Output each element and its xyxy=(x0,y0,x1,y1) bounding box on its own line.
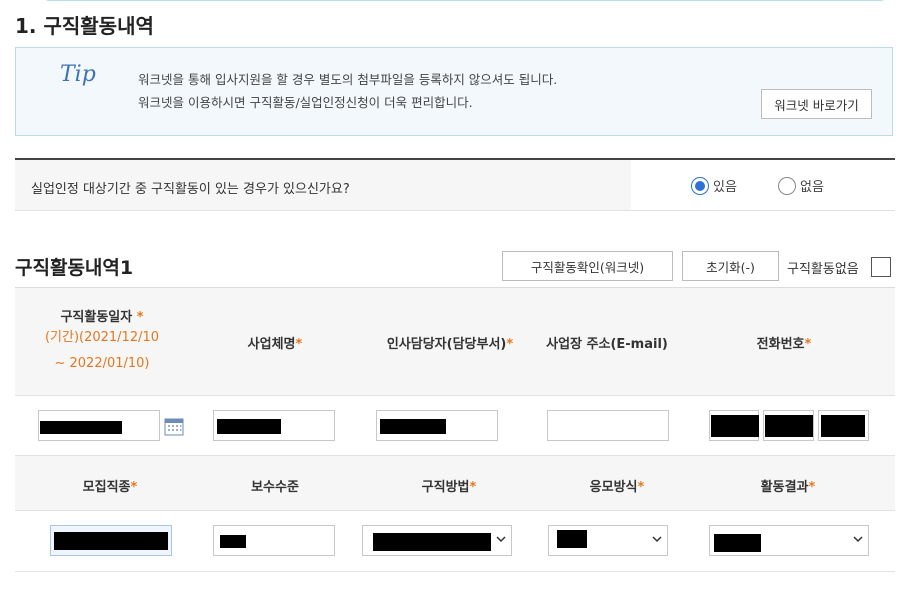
phone-part-1-input[interactable] xyxy=(709,410,759,441)
header-date-period-end: ~ 2022/01/10) xyxy=(54,356,150,371)
header-method: 구직방법* xyxy=(421,480,477,495)
section-title: 1. 구직활동내역 xyxy=(15,14,154,38)
salary-input[interactable] xyxy=(213,525,335,556)
header-apply: 응모방식* xyxy=(589,480,645,495)
apply-select[interactable] xyxy=(548,525,668,556)
chevron-down-icon xyxy=(496,536,506,543)
header-phone: 전화번호* xyxy=(756,337,812,352)
radio-yes-label: 있음 xyxy=(713,180,737,195)
tip-line-2: 워크넷을 이용하시면 구직활동/실업인정신청이 더욱 편리합니다. xyxy=(138,95,473,110)
header-address: 사업장 주소(E-mail) xyxy=(546,337,668,352)
radio-yes[interactable]: 있음 xyxy=(691,176,737,195)
redacted-value xyxy=(711,415,759,437)
no-activity-label: 구직활동없음 xyxy=(787,262,859,277)
redacted-value xyxy=(220,535,246,548)
redacted-value xyxy=(373,533,491,551)
job-activity-question-row: 실업인정 대상기간 중 구직활동이 있는 경우가 있으신가요? 있음 없음 xyxy=(15,158,895,211)
calendar-icon[interactable] xyxy=(164,416,184,436)
radio-no-label: 없음 xyxy=(800,180,824,195)
job-type-input[interactable] xyxy=(50,525,172,556)
chevron-down-icon xyxy=(853,536,863,543)
phone-part-2-input[interactable] xyxy=(763,410,814,441)
address-email-input[interactable] xyxy=(547,410,669,441)
redacted-value xyxy=(217,419,281,434)
reset-button[interactable]: 초기화(-) xyxy=(682,251,779,281)
radio-no-indicator[interactable] xyxy=(778,176,796,195)
result-select[interactable] xyxy=(709,525,869,556)
question-label-cell: 실업인정 대상기간 중 구직활동이 있는 경우가 있으신가요? xyxy=(15,160,631,210)
table-input-row-1 xyxy=(15,396,895,456)
redacted-value xyxy=(54,532,168,550)
header-result: 활동결과* xyxy=(760,480,816,495)
chevron-down-icon xyxy=(652,536,662,543)
tip-logo: Tip xyxy=(60,62,96,87)
tip-line-1: 워크넷을 통해 입사지원을 할 경우 별도의 첨부파일을 등록하지 않으셔도 됩… xyxy=(138,72,558,87)
worknet-shortcut-button[interactable]: 워크넷 바로가기 xyxy=(761,89,872,119)
redacted-value xyxy=(380,419,446,434)
method-select[interactable] xyxy=(362,525,512,556)
redacted-value xyxy=(821,415,865,437)
hr-contact-input[interactable] xyxy=(376,410,498,441)
header-job-type: 모집직종* xyxy=(82,480,138,495)
phone-part-3-input[interactable] xyxy=(818,410,869,441)
tip-box: Tip 워크넷을 통해 입사지원을 할 경우 별도의 첨부파일을 등록하지 않으… xyxy=(15,47,893,136)
redacted-value xyxy=(557,530,587,548)
question-text: 실업인정 대상기간 중 구직활동이 있는 경우가 있으신가요? xyxy=(31,182,350,197)
confirm-activity-worknet-button[interactable]: 구직활동확인(워크넷) xyxy=(502,251,673,281)
previous-section-edge xyxy=(40,0,890,1)
redacted-value xyxy=(714,534,761,552)
table-input-row-2 xyxy=(15,511,895,572)
table-header-row-2: 모집직종* 보수수준 구직방법* 응모방식* 활동결과* xyxy=(15,456,895,511)
company-name-input[interactable] xyxy=(213,410,335,441)
no-activity-checkbox[interactable] xyxy=(871,257,891,277)
radio-no[interactable]: 없음 xyxy=(778,176,824,195)
activity-title: 구직활동내역1 xyxy=(15,257,134,279)
header-date: 구직활동일자 * (기간)(2021/12/10 ~ 2022/01/10) xyxy=(17,306,187,377)
redacted-value xyxy=(765,415,813,437)
header-date-period-start: (기간)(2021/12/10 xyxy=(44,330,160,345)
activity-date-input[interactable] xyxy=(38,410,160,441)
redacted-value xyxy=(40,421,122,434)
header-salary: 보수수준 xyxy=(251,480,299,495)
table-header-row-1: 구직활동일자 * (기간)(2021/12/10 ~ 2022/01/10) 사… xyxy=(15,287,895,396)
header-company: 사업체명* xyxy=(247,337,303,352)
header-hr: 인사담당자(담당부서)* xyxy=(386,337,514,352)
radio-yes-indicator[interactable] xyxy=(691,176,709,195)
